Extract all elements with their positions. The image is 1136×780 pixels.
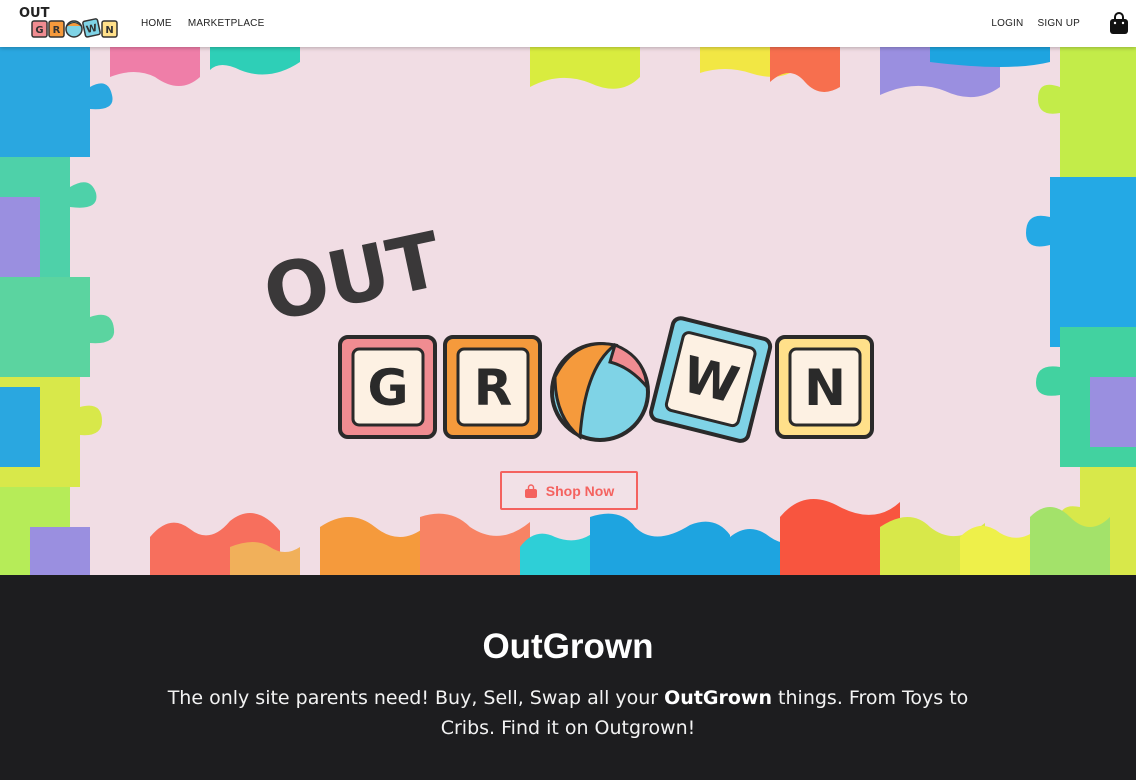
- about-text-bold: OutGrown: [664, 687, 773, 709]
- brand-letter-g: G: [35, 25, 43, 36]
- hero-letter-n: N: [804, 359, 846, 417]
- shopping-bag-icon: [524, 483, 537, 498]
- brand-letter-w: W: [85, 23, 98, 36]
- nav-login-link[interactable]: LOGIN: [991, 18, 1023, 29]
- hero-letter-g: G: [367, 359, 408, 417]
- hero-section: OUT G R W N Shop Now: [0, 47, 1136, 575]
- about-text-start: The only site parents need! Buy, Sell, S…: [167, 687, 665, 709]
- brand-letter-n: N: [105, 25, 113, 36]
- shop-now-button[interactable]: Shop Now: [500, 471, 638, 510]
- top-navbar: OUT G R W N HOME MARKETPLACE LOGIN SIGN …: [0, 0, 1136, 47]
- brand-letter-r: R: [53, 25, 61, 36]
- hero-logo-out-text: OUT: [256, 215, 449, 339]
- nav-home-link[interactable]: HOME: [141, 18, 172, 29]
- nav-right-links: LOGIN SIGN UP: [991, 0, 1080, 47]
- brand-logo[interactable]: OUT G R W N: [18, 4, 126, 42]
- about-description: The only site parents need! Buy, Sell, S…: [158, 683, 978, 743]
- shopping-bag-icon[interactable]: [1108, 11, 1130, 35]
- brand-out-text: OUT: [19, 6, 50, 21]
- outgrown-hero-logo: OUT G R W N: [256, 215, 874, 443]
- hero-letter-r: R: [474, 359, 513, 417]
- nav-left-links: HOME MARKETPLACE: [141, 0, 264, 47]
- shop-now-label: Shop Now: [545, 482, 615, 499]
- nav-signup-link[interactable]: SIGN UP: [1037, 18, 1080, 29]
- about-title: OutGrown: [482, 627, 654, 666]
- nav-marketplace-link[interactable]: MARKETPLACE: [188, 18, 265, 29]
- about-section: OutGrown The only site parents need! Buy…: [0, 575, 1136, 780]
